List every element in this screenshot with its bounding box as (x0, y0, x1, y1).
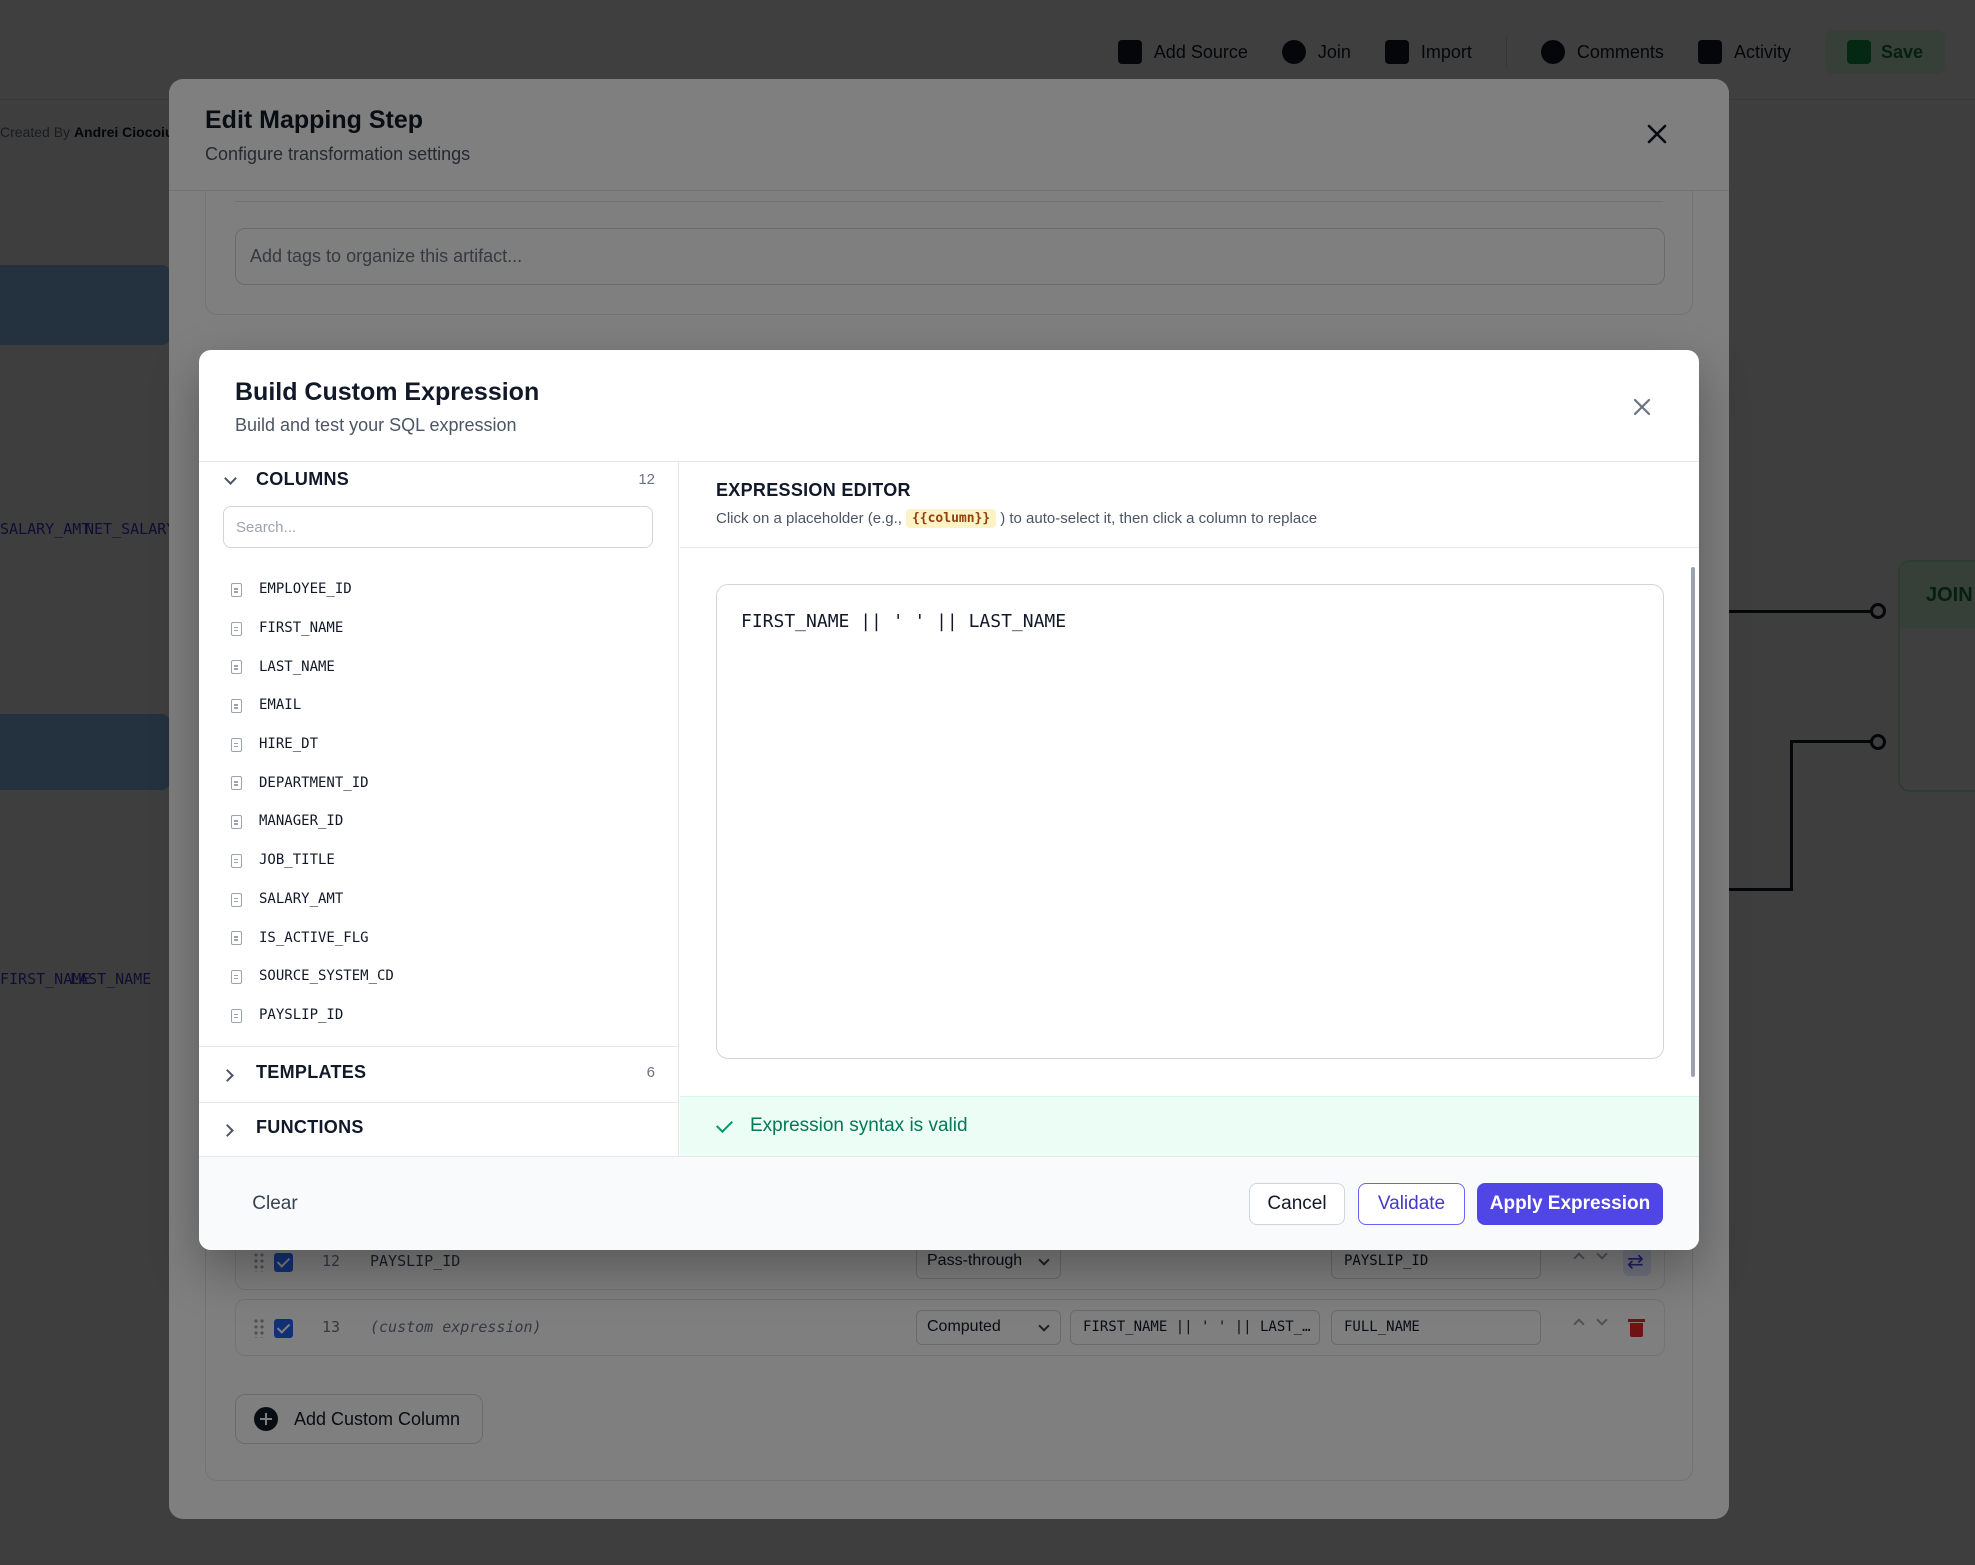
editor-title: EXPRESSION EDITOR (716, 480, 911, 500)
editor-hint: Click on a placeholder (e.g., {{column}}… (716, 509, 1318, 528)
column-item[interactable]: DEPARTMENT_ID (199, 763, 679, 802)
functions-section-toggle[interactable]: FUNCTIONS (199, 1110, 679, 1154)
close-icon (1633, 398, 1651, 416)
column-item[interactable]: SALARY_AMT (199, 880, 679, 919)
placeholder-token: {{column}} (905, 509, 997, 528)
modal-header: Build Custom Expression Build and test y… (199, 350, 1699, 462)
column-item[interactable]: HIRE_DT (199, 725, 679, 764)
file-icon (231, 815, 242, 830)
modal-subtitle: Build and test your SQL expression (235, 415, 517, 435)
column-item[interactable]: FIRST_NAME (199, 609, 679, 648)
file-icon (231, 583, 242, 597)
file-icon (231, 1008, 242, 1023)
divider (199, 1102, 679, 1103)
file-icon (231, 853, 242, 868)
chevron-right-icon (221, 1069, 234, 1082)
file-icon (231, 660, 242, 675)
apply-expression-button[interactable]: Apply Expression (1477, 1183, 1663, 1225)
cancel-button[interactable]: Cancel (1249, 1183, 1345, 1225)
file-icon (231, 621, 242, 636)
divider (199, 1046, 679, 1047)
templates-section-toggle[interactable]: TEMPLATES 6 (199, 1055, 679, 1099)
column-item[interactable]: EMAIL (199, 686, 679, 725)
modal-title: Build Custom Expression (235, 378, 540, 406)
column-item[interactable]: LAST_NAME (199, 647, 679, 686)
build-custom-expression-modal: Build Custom Expression Build and test y… (199, 350, 1699, 1250)
column-item[interactable]: SOURCE_SYSTEM_CD (199, 957, 679, 996)
column-item[interactable]: IS_ACTIVE_FLG (199, 918, 679, 957)
palette-panel: COLUMNS 12 EMPLOYEE_ID FIRST_NAME LAST_N… (199, 462, 679, 1156)
file-icon (231, 892, 242, 907)
column-item[interactable]: EMPLOYEE_ID (199, 570, 679, 609)
file-icon (231, 931, 242, 946)
chevron-down-icon (224, 472, 237, 485)
column-list: EMPLOYEE_ID FIRST_NAME LAST_NAME EMAIL H… (199, 570, 679, 1034)
close-button[interactable] (1627, 392, 1657, 422)
file-icon (231, 699, 242, 714)
clear-button[interactable]: Clear (235, 1183, 315, 1225)
column-item[interactable]: JOB_TITLE (199, 841, 679, 880)
check-icon (716, 1116, 733, 1133)
file-icon (231, 776, 242, 791)
file-icon (231, 737, 242, 752)
expression-textarea[interactable]: FIRST_NAME || ' ' || LAST_NAME (716, 584, 1664, 1059)
editor-header: EXPRESSION EDITOR Click on a placeholder… (680, 462, 1699, 548)
validate-button[interactable]: Validate (1358, 1183, 1465, 1225)
validation-message: Expression syntax is valid (750, 1115, 968, 1136)
columns-count: 12 (638, 471, 655, 488)
column-item[interactable]: MANAGER_ID (199, 802, 679, 841)
templates-count: 6 (646, 1064, 655, 1081)
column-item[interactable]: PAYSLIP_ID (199, 996, 679, 1035)
scrollbar[interactable] (1691, 567, 1695, 1077)
modal-footer: Clear Cancel Validate Apply Expression (199, 1156, 1699, 1250)
columns-section-toggle[interactable]: COLUMNS 12 (199, 462, 679, 506)
validation-status: Expression syntax is valid (680, 1096, 1699, 1156)
expression-editor-panel: EXPRESSION EDITOR Click on a placeholder… (680, 462, 1699, 1156)
file-icon (231, 969, 242, 984)
chevron-right-icon (221, 1124, 234, 1137)
column-search-input[interactable] (223, 506, 653, 548)
